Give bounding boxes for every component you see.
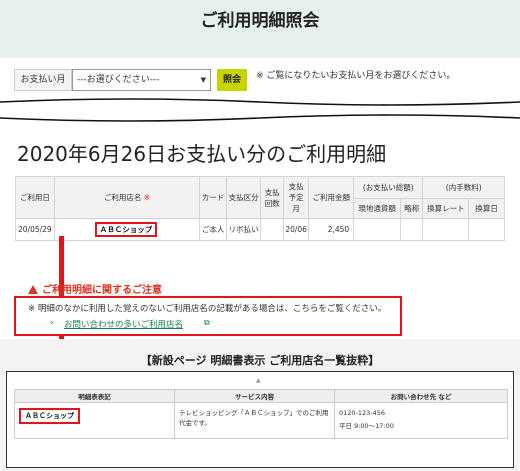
statement-title: 2020年6月26日お支払い分のご利用明細 <box>17 142 387 166</box>
col-conv-date: 換算日 <box>468 198 505 219</box>
cell-shop: ＡＢＣショップ <box>53 218 201 241</box>
contact-phone: 0120-123-456 <box>339 409 386 417</box>
payment-month-form: お支払い月 ---お選びください--- ▼ 照会 ※ ご覧になりたいお支払い月を… <box>14 69 506 91</box>
table-row: ＡＢＣショップ テレビショッピング「ＡＢＣショップ」でのご利用代金です。 012… <box>14 402 508 439</box>
chevron-down-icon: ▼ <box>200 76 206 84</box>
cell-contact: 0120-123-456 平日 9:00〜17:00 <box>334 402 508 439</box>
col-scheduled: 支払予定月 <box>282 176 310 219</box>
caution-heading: ご利用明細に関するご注意 <box>28 281 162 296</box>
col-installments: 支払回数 <box>260 176 284 219</box>
col-abbr: 略称 <box>400 198 424 219</box>
chevron-right-icon: › <box>50 318 54 328</box>
cell-abbr <box>400 218 424 241</box>
faq-shop-names-link[interactable]: お問い合わせの多いご利用店名 <box>64 318 183 330</box>
cell-conv-date <box>468 218 505 241</box>
col-local-currency: 現地通貨額 <box>353 198 402 219</box>
cell-card: ご本人 <box>199 218 227 241</box>
col-rate: 換算レート <box>422 198 470 219</box>
payment-month-select-value: ---お選びください--- <box>77 75 160 85</box>
warning-icon <box>28 285 38 294</box>
contact-hours: 平日 9:00〜17:00 <box>339 422 394 430</box>
shop-name-highlight: ＡＢＣショップ <box>19 408 80 424</box>
page-header: ご利用明細照会 <box>0 0 520 58</box>
col-payment: 支払区分 <box>225 176 262 219</box>
cell-service: テレビショッピング「ＡＢＣショップ」でのご利用代金です。 <box>174 402 335 439</box>
shop-name-highlight: ＡＢＣショップ <box>94 222 158 237</box>
cell-local-currency <box>353 218 402 241</box>
col-contact: お問い合わせ先 など <box>334 389 508 403</box>
query-button[interactable]: 照会 <box>217 69 247 91</box>
col-statement-name: 明細表表記 <box>14 389 175 403</box>
col-fee-group: (内手数料) <box>422 176 505 199</box>
cell-rate <box>422 218 470 241</box>
col-date: ご利用日 <box>15 176 55 219</box>
cell-amount: 2,450 <box>308 218 355 241</box>
cell-payment: リボ払い <box>225 218 262 241</box>
col-card: カード <box>199 176 227 219</box>
statement-table: ご利用日 ご利用店名 ※ カード 支払区分 支払回数 支払予定月 ご利用金額 (… <box>15 176 505 241</box>
caution-box: ※ 明細のなかに利用した覚えのないご利用店名の記載がある場合は、こちらをご覧くだ… <box>14 296 402 336</box>
external-link-icon: ⧉ <box>204 318 210 327</box>
caution-text: ※ 明細のなかに利用した覚えのないご利用店名の記載がある場合は、こちらをご覧くだ… <box>28 304 387 314</box>
caret-icon: ▲ <box>256 377 261 384</box>
col-amount: ご利用金額 <box>308 176 355 219</box>
payment-month-select[interactable]: ---お選びください--- ▼ <box>72 69 211 91</box>
shop-list-table: 明細表表記 サービス内容 お問い合わせ先 など ＡＢＣショップ テレビショッピン… <box>14 389 508 439</box>
cell-date: 20/05/29 <box>15 218 55 241</box>
cell-installments <box>260 218 284 241</box>
table-row: 20/05/29 ＡＢＣショップ ご本人 リボ払い 20/06 2,450 <box>15 218 505 241</box>
payment-month-note: ※ ご覧になりたいお支払い月をお選びください。 <box>256 71 456 81</box>
cell-scheduled: 20/06 <box>282 218 310 241</box>
divider-wave <box>0 98 520 122</box>
cell-statement-name: ＡＢＣショップ <box>14 402 175 439</box>
sample-title: 【新設ページ 明細書表示 ご利用店名一覧抜粋】 <box>140 354 380 367</box>
page-title: ご利用明細照会 <box>200 11 320 31</box>
payment-month-label: お支払い月 <box>14 69 72 91</box>
col-foreign-group: (お支払い総額) <box>353 176 424 199</box>
col-shop: ご利用店名 ※ <box>53 176 201 219</box>
col-service: サービス内容 <box>174 389 335 403</box>
